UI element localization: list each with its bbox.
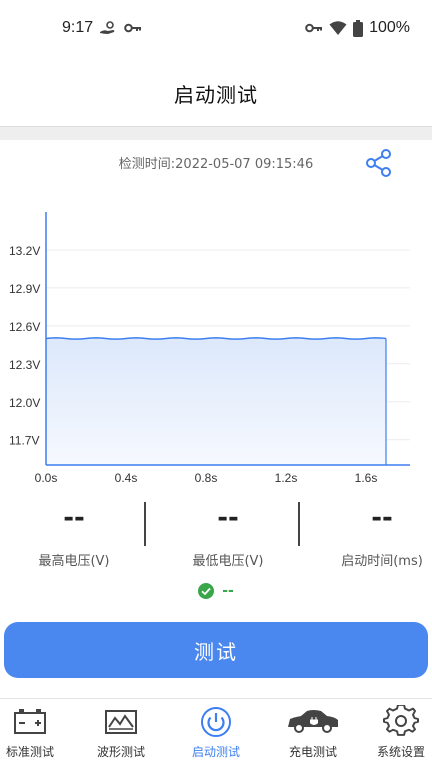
battery-percent: 100%	[369, 19, 410, 36]
y-tick-label: 12.3V	[9, 358, 40, 372]
y-tick-label: 12.0V	[9, 396, 40, 410]
stat-start-time: -- 启动时间(ms)	[310, 500, 432, 569]
wifi-icon	[329, 21, 347, 35]
key-icon	[124, 23, 141, 33]
y-tick-label: 11.7V	[9, 434, 39, 448]
nav-label: 启动测试	[191, 745, 240, 759]
nav-label: 波形测试	[96, 745, 145, 759]
gear-icon	[383, 705, 419, 736]
result-text: --	[222, 583, 234, 599]
check-circle-icon	[198, 583, 215, 599]
stat-value: --	[217, 503, 239, 533]
x-tick-label: 1.2s	[275, 471, 298, 485]
y-tick-label: 12.9V	[9, 282, 40, 296]
series-area	[46, 337, 386, 465]
stat-value: --	[63, 503, 85, 533]
power-icon	[201, 707, 231, 737]
status-system-icons: 100%	[305, 19, 410, 37]
status-notification-icons	[98, 20, 142, 36]
nav-item-charge-test[interactable]: 充电测试	[270, 705, 356, 765]
share-icon[interactable]	[364, 148, 394, 178]
nav-item-waveform-test[interactable]: 波形测试	[78, 705, 164, 765]
voltage-chart: 13.2V 12.9V 12.6V 12.3V 12.0V 11.7V 0.0s 0.4s 0.…	[9, 212, 410, 485]
test-button[interactable]: 测试	[4, 622, 428, 678]
bottom-nav: 标准测试 波形测试 启动测试 充电测试 系统设置	[0, 698, 432, 768]
stat-separator	[298, 502, 300, 546]
nav-item-start-test[interactable]: 启动测试	[173, 705, 259, 765]
hand-coin-icon	[100, 21, 115, 34]
title-divider	[0, 126, 432, 140]
y-tick-label: 13.2V	[9, 244, 40, 258]
x-tick-label: 0.0s	[35, 471, 58, 485]
x-tick-label: 0.8s	[195, 471, 218, 485]
status-time: 9:17	[62, 19, 94, 36]
nav-label: 充电测试	[288, 745, 337, 759]
nav-label: 标准测试	[5, 745, 54, 759]
stat-label: 启动时间(ms)	[341, 554, 423, 569]
waveform-icon	[105, 710, 137, 734]
title-bar: 启动测试	[0, 60, 432, 126]
result-row: --	[0, 583, 432, 599]
y-tick-label: 12.6V	[9, 320, 40, 334]
stat-separator	[144, 502, 146, 546]
stat-label: 最高电压(V)	[38, 554, 110, 569]
x-tick-label: 1.6s	[355, 471, 378, 485]
nav-item-system-settings[interactable]: 系统设置	[358, 705, 432, 765]
page-title: 启动测试	[174, 82, 258, 107]
stat-value: --	[371, 503, 393, 533]
status-bar: 9:17 100%	[0, 0, 432, 60]
battery-icon	[14, 709, 46, 734]
stats-panel: -- 最高电压(V) -- 最低电压(V) -- 启动时间(ms)	[0, 500, 432, 580]
x-tick-label: 0.4s	[115, 471, 138, 485]
stat-label: 最低电压(V)	[192, 554, 264, 569]
key-icon	[305, 23, 323, 33]
nav-label: 系统设置	[376, 745, 425, 759]
ev-car-icon	[288, 710, 338, 733]
stat-min-voltage: -- 最低电压(V)	[156, 500, 300, 569]
nav-item-standard-test[interactable]: 标准测试	[0, 705, 73, 765]
battery-status-icon	[353, 19, 364, 37]
stat-max-voltage: -- 最高电压(V)	[2, 500, 146, 569]
